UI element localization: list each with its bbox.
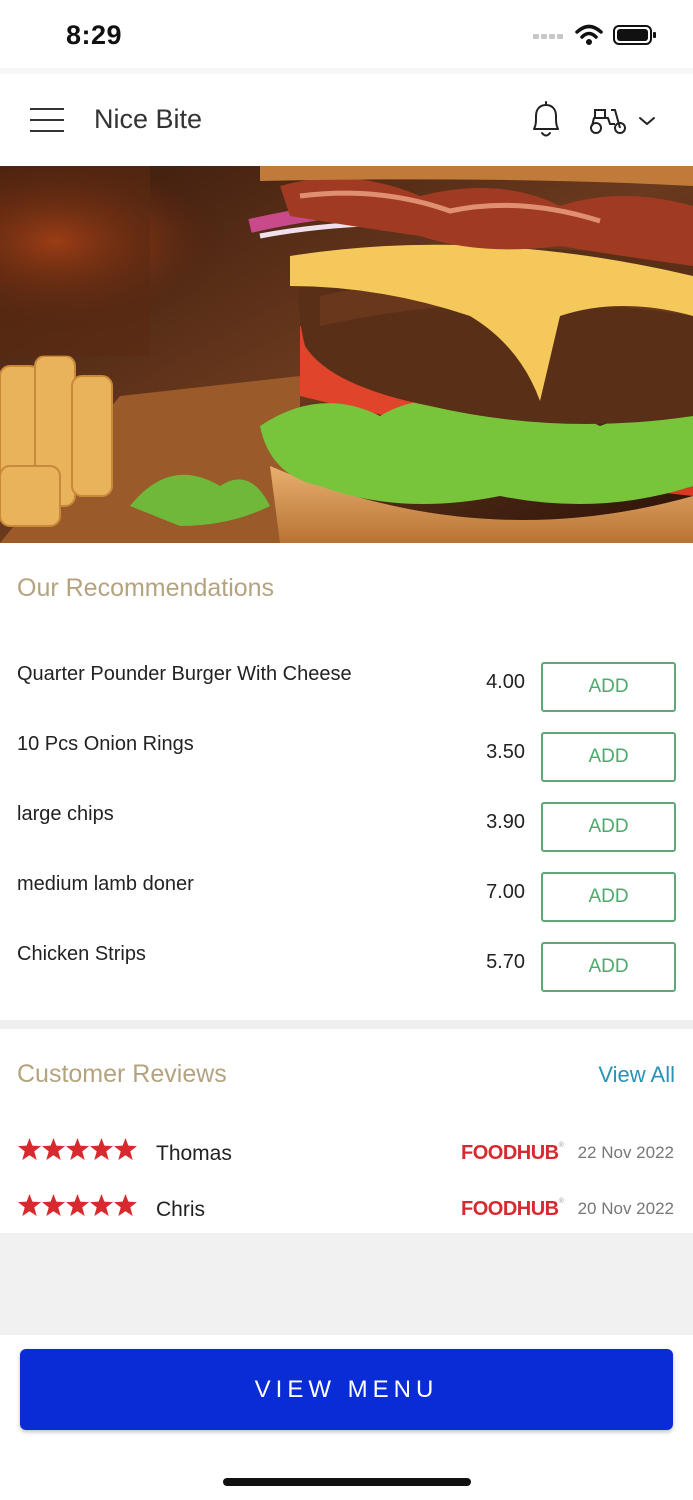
list-item: Chicken Strips 5.70 ADD — [0, 942, 693, 1003]
bell-icon[interactable] — [526, 98, 566, 142]
add-button[interactable]: ADD — [541, 802, 676, 852]
section-divider — [0, 1020, 693, 1029]
list-item: medium lamb doner 7.00 ADD — [0, 872, 693, 933]
add-button[interactable]: ADD — [541, 942, 676, 992]
item-name: medium lamb doner — [17, 873, 194, 895]
chevron-down-icon — [639, 117, 655, 125]
star-icon — [42, 1138, 65, 1160]
item-price: 3.90 — [486, 811, 525, 833]
item-price: 5.70 — [486, 951, 525, 973]
star-icon — [18, 1138, 41, 1160]
review-row: Thomas FOODHUB® 22 Nov 2022 — [0, 1138, 693, 1174]
review-date: 20 Nov 2022 — [577, 1199, 674, 1218]
item-price: 7.00 — [486, 881, 525, 903]
home-indicator — [223, 1478, 471, 1486]
list-item: Quarter Pounder Burger With Cheese 4.00 … — [0, 662, 693, 723]
status-time: 8:29 — [66, 20, 123, 50]
review-row: Chris FOODHUB® 20 Nov 2022 — [0, 1194, 693, 1230]
star-rating — [18, 1194, 137, 1216]
status-bar: 8:29 — [0, 0, 693, 70]
add-button[interactable]: ADD — [541, 732, 676, 782]
item-price: 3.50 — [486, 741, 525, 763]
reviews-title: Customer Reviews — [17, 1060, 227, 1088]
foodhub-logo: FOODHUB® — [461, 1198, 564, 1220]
app-header: Nice Bite — [0, 74, 693, 166]
star-icon — [18, 1194, 41, 1216]
review-date: 22 Nov 2022 — [577, 1143, 674, 1162]
signal-icon — [533, 34, 563, 39]
empty-area — [0, 1233, 693, 1335]
page-title: Nice Bite — [94, 104, 203, 134]
battery-icon — [613, 25, 656, 45]
reviewer-name: Chris — [156, 1198, 206, 1221]
add-button[interactable]: ADD — [541, 662, 676, 712]
wifi-icon — [575, 24, 603, 45]
star-icon — [66, 1138, 89, 1160]
item-price: 4.00 — [486, 671, 525, 693]
item-name: 10 Pcs Onion Rings — [17, 733, 194, 755]
star-rating — [18, 1138, 137, 1160]
view-all-link[interactable]: View All — [598, 1062, 675, 1088]
star-icon — [42, 1194, 65, 1216]
star-icon — [90, 1138, 113, 1160]
delivery-mode-selector[interactable] — [588, 104, 672, 138]
item-name: Quarter Pounder Burger With Cheese — [17, 663, 352, 685]
view-menu-button[interactable]: VIEW MENU — [20, 1349, 673, 1430]
hero-image — [0, 166, 693, 543]
menu-icon[interactable] — [30, 108, 64, 132]
list-item: 10 Pcs Onion Rings 3.50 ADD — [0, 732, 693, 793]
star-icon — [90, 1194, 113, 1216]
star-icon — [114, 1194, 137, 1216]
foodhub-logo: FOODHUB® — [461, 1142, 564, 1164]
status-icons — [533, 24, 657, 46]
scooter-icon — [590, 109, 626, 134]
list-item: large chips 3.90 ADD — [0, 802, 693, 863]
item-name: Chicken Strips — [17, 943, 146, 965]
star-icon — [114, 1138, 137, 1160]
bottom-bar: VIEW MENU — [0, 1335, 693, 1500]
item-name: large chips — [17, 803, 114, 825]
reviewer-name: Thomas — [156, 1142, 232, 1165]
recommendations-title: Our Recommendations — [17, 574, 275, 602]
star-icon — [66, 1194, 89, 1216]
add-button[interactable]: ADD — [541, 872, 676, 922]
